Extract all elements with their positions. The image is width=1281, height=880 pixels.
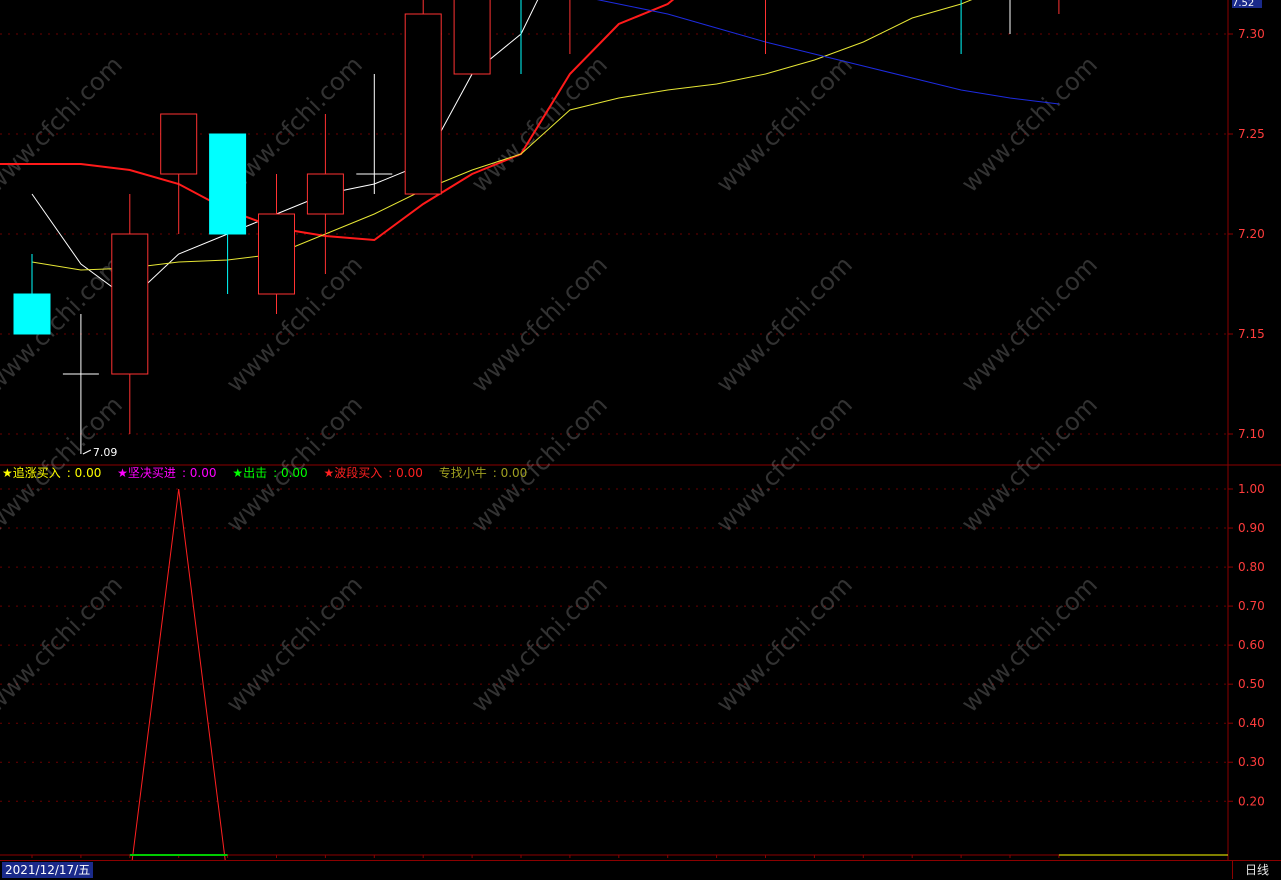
- price-tick-label-4: 7.30: [1238, 27, 1265, 41]
- watermark-text: www.cfchi.com: [466, 391, 613, 538]
- indicator-tick-label-6: 0.80: [1238, 560, 1265, 574]
- watermark-text: www.cfchi.com: [956, 251, 1103, 398]
- watermark-text: www.cfchi.com: [221, 571, 368, 718]
- price-tick-label-0: 7.10: [1238, 427, 1265, 441]
- price-tick-label-1: 7.15: [1238, 327, 1265, 341]
- watermark-text: www.cfchi.com: [711, 391, 858, 538]
- watermark-text: www.cfchi.com: [956, 391, 1103, 538]
- legend-item-1: ★坚决买进: 0.00: [117, 466, 217, 480]
- indicator-tick-label-0: 0.20: [1238, 794, 1265, 808]
- period-selector[interactable]: 日线: [1232, 861, 1281, 879]
- watermark-text: www.cfchi.com: [0, 391, 128, 538]
- price-annotation-label-1: 7.09: [93, 446, 118, 459]
- watermark-text: www.cfchi.com: [221, 391, 368, 538]
- indicator-tick-label-8: 1.00: [1238, 482, 1265, 496]
- candle-body-9: [453, 0, 491, 75]
- watermark-text: www.cfchi.com: [711, 571, 858, 718]
- watermark-text: www.cfchi.com: [0, 571, 128, 718]
- indicator-tick-label-2: 0.40: [1238, 716, 1265, 730]
- current-price-badge: 7.52: [1232, 0, 1262, 8]
- stock-chart[interactable]: 7.107.157.207.257.307.357.407.457.500.20…: [0, 0, 1281, 879]
- indicator-tick-label-3: 0.50: [1238, 677, 1265, 691]
- watermark-text: www.cfchi.com: [711, 51, 858, 198]
- watermark-text: www.cfchi.com: [0, 51, 128, 198]
- status-bar: 2021/12/17/五 日线: [0, 860, 1281, 880]
- legend-item-2: ★出击: 0.00: [232, 466, 308, 480]
- candle-body-0: [13, 293, 51, 335]
- price-tick-label-2: 7.20: [1238, 227, 1265, 241]
- candle-body-8: [404, 13, 442, 195]
- legend-item-0: ★追涨买入: 0.00: [2, 466, 102, 480]
- watermark-text: www.cfchi.com: [466, 571, 613, 718]
- candle-body-3: [160, 113, 198, 175]
- watermark-text: www.cfchi.com: [466, 251, 613, 398]
- watermark-text: www.cfchi.com: [956, 51, 1103, 198]
- indicator-tick-label-7: 0.90: [1238, 521, 1265, 535]
- indicator-tick-label-1: 0.30: [1238, 755, 1265, 769]
- indicator-legend: ★追涨买入: 0.00 ★坚决买进: 0.00 ★出击: 0.00 ★波段买入:…: [2, 466, 539, 481]
- cursor-date-label: 2021/12/17/五: [2, 862, 94, 878]
- legend-item-3: ★波段买入: 0.00: [323, 466, 423, 480]
- indicator-tick-label-4: 0.60: [1238, 638, 1265, 652]
- candle-body-2: [111, 233, 149, 375]
- candle-body-4: [209, 133, 247, 235]
- watermark-text: www.cfchi.com: [711, 251, 858, 398]
- candle-body-6: [306, 173, 344, 215]
- indicator-tick-label-5: 0.70: [1238, 599, 1265, 613]
- candle-body-5: [258, 213, 295, 295]
- legend-item-4: 专找小牛: 0.00: [438, 466, 528, 480]
- price-tick-label-3: 7.25: [1238, 127, 1265, 141]
- watermark-text: www.cfchi.com: [956, 571, 1103, 718]
